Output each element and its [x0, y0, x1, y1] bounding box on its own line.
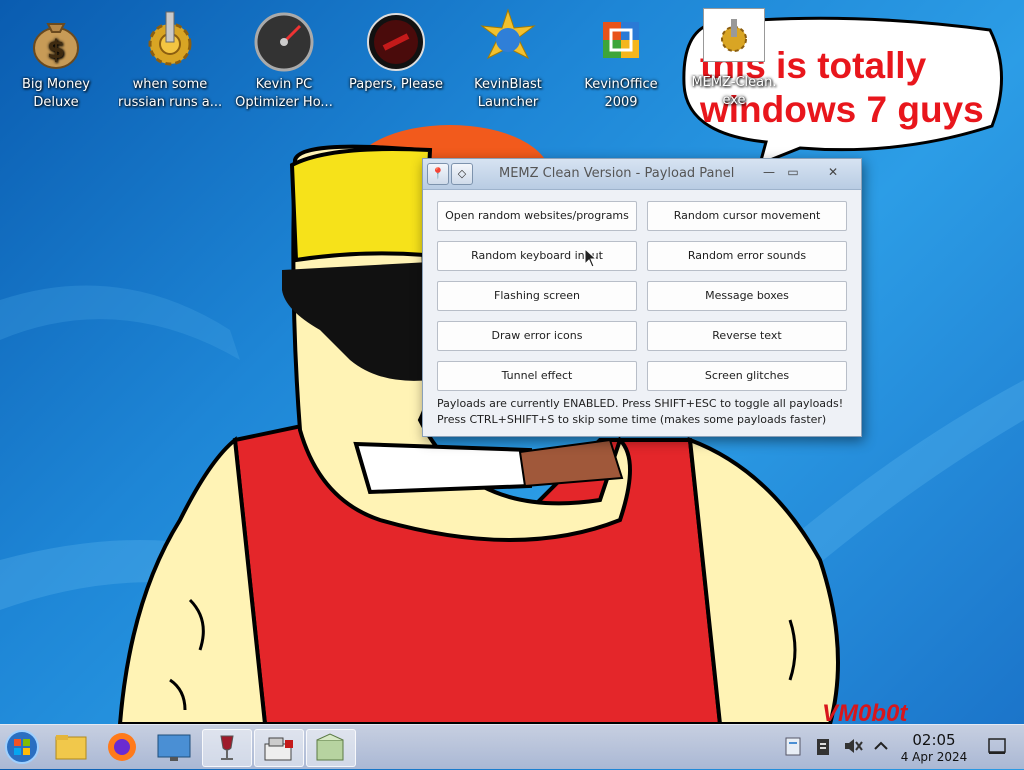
maximize-icon[interactable]: ▭: [781, 163, 805, 181]
window-titlebar[interactable]: 📍 ◇ MEMZ Clean Version - Payload Panel —…: [423, 159, 861, 190]
desktop-icon-label: Kevin PC: [255, 77, 313, 92]
payload-button-flashing-screen[interactable]: Flashing screen: [437, 281, 637, 311]
desktop-icon-russian[interactable]: when some russian runs a...: [118, 8, 222, 112]
clock-date: 4 Apr 2024: [900, 750, 968, 764]
package-icon[interactable]: [306, 729, 356, 767]
desktop-icon-label: Papers, Please: [348, 77, 444, 92]
clipboard-notes-icon[interactable]: [782, 735, 804, 757]
file-manager-icon[interactable]: [48, 729, 96, 765]
money-bag-icon: $: [26, 8, 86, 72]
mouse-cursor-icon: [584, 248, 598, 268]
pin-icon[interactable]: 📍: [427, 163, 449, 185]
close-icon[interactable]: ✕: [821, 163, 845, 181]
payload-button-message-boxes[interactable]: Message boxes: [647, 281, 847, 311]
desktop-icon-label: exe: [722, 93, 746, 108]
desktop-icon-label: 2009: [604, 95, 638, 110]
status-text-skip-time: Press CTRL+SHIFT+S to skip some time (ma…: [437, 413, 827, 426]
desktop-icon-kevin-pc-optimizer[interactable]: Kevin PC Optimizer Ho...: [232, 8, 336, 112]
wine-glass-icon[interactable]: [202, 729, 252, 767]
taskbar: 02:05 4 Apr 2024: [0, 724, 1024, 769]
desktop-icon-memz-clean[interactable]: MEMZ-Clean. exe: [682, 8, 786, 110]
chevron-up-icon[interactable]: [870, 735, 892, 757]
svg-text:$: $: [47, 35, 65, 65]
desktop-icon-papers-please[interactable]: Papers, Please: [344, 8, 448, 94]
desktop-icon-label: KevinOffice: [584, 77, 658, 92]
firefox-icon[interactable]: [98, 729, 146, 765]
clipboard-icon[interactable]: [812, 735, 834, 757]
gear-icon: [140, 8, 200, 72]
monitor-icon[interactable]: [150, 729, 198, 765]
payload-button-open-random-websites[interactable]: Open random websites/programs: [437, 201, 637, 231]
start-button[interactable]: [0, 729, 48, 765]
speedometer-icon: [254, 8, 314, 72]
clock[interactable]: 02:05 4 Apr 2024: [894, 731, 974, 765]
speaker-muted-icon[interactable]: [842, 735, 864, 757]
payload-button-tunnel-effect[interactable]: Tunnel effect: [437, 361, 637, 391]
kevinblast-icon: [478, 8, 538, 72]
payload-panel-window: 📍 ◇ MEMZ Clean Version - Payload Panel —…: [422, 158, 862, 437]
watermark-text: VM0b0t: [822, 700, 908, 724]
payload-button-random-cursor[interactable]: Random cursor movement: [647, 201, 847, 231]
office-icon: [591, 8, 651, 72]
window-body: Open random websites/programs Random cur…: [423, 190, 861, 436]
desktop-icon-label: Big Money: [21, 77, 90, 92]
payload-button-draw-error-icons[interactable]: Draw error icons: [437, 321, 637, 351]
payload-button-screen-glitches[interactable]: Screen glitches: [647, 361, 847, 391]
clock-time: 02:05: [912, 731, 956, 749]
payload-button-random-keyboard[interactable]: Random keyboard input: [437, 241, 637, 271]
minimize-icon[interactable]: —: [757, 163, 781, 181]
desktop-icon-label: KevinBlast: [474, 77, 542, 92]
desktop-icon-kevinblast[interactable]: KevinBlast Launcher: [456, 8, 560, 112]
memz-icon: [703, 8, 765, 62]
payload-button-reverse-text[interactable]: Reverse text: [647, 321, 847, 351]
desktop-icon-kevinoffice[interactable]: KevinOffice 2009: [569, 8, 673, 112]
papers-please-icon: [366, 8, 426, 72]
desktop-icon-label: when some: [132, 77, 208, 92]
desktop-icon-label: Launcher: [477, 95, 539, 110]
status-text-enabled: Payloads are currently ENABLED. Press SH…: [437, 397, 844, 410]
desktop-icon-label: MEMZ-Clean.: [691, 75, 777, 90]
desktop-icon-label: Optimizer Ho...: [235, 95, 333, 110]
show-desktop-icon[interactable]: [986, 735, 1008, 757]
cash-register-icon[interactable]: [254, 729, 304, 767]
window-menu-icon[interactable]: ◇: [451, 163, 473, 185]
desktop-icon-label: russian runs a...: [118, 95, 222, 110]
window-title: MEMZ Clean Version - Payload Panel: [499, 166, 735, 181]
desktop-icon-big-money[interactable]: $ Big Money Deluxe: [4, 8, 108, 112]
desktop-icon-label: Deluxe: [33, 95, 79, 110]
payload-button-random-error-sounds[interactable]: Random error sounds: [647, 241, 847, 271]
